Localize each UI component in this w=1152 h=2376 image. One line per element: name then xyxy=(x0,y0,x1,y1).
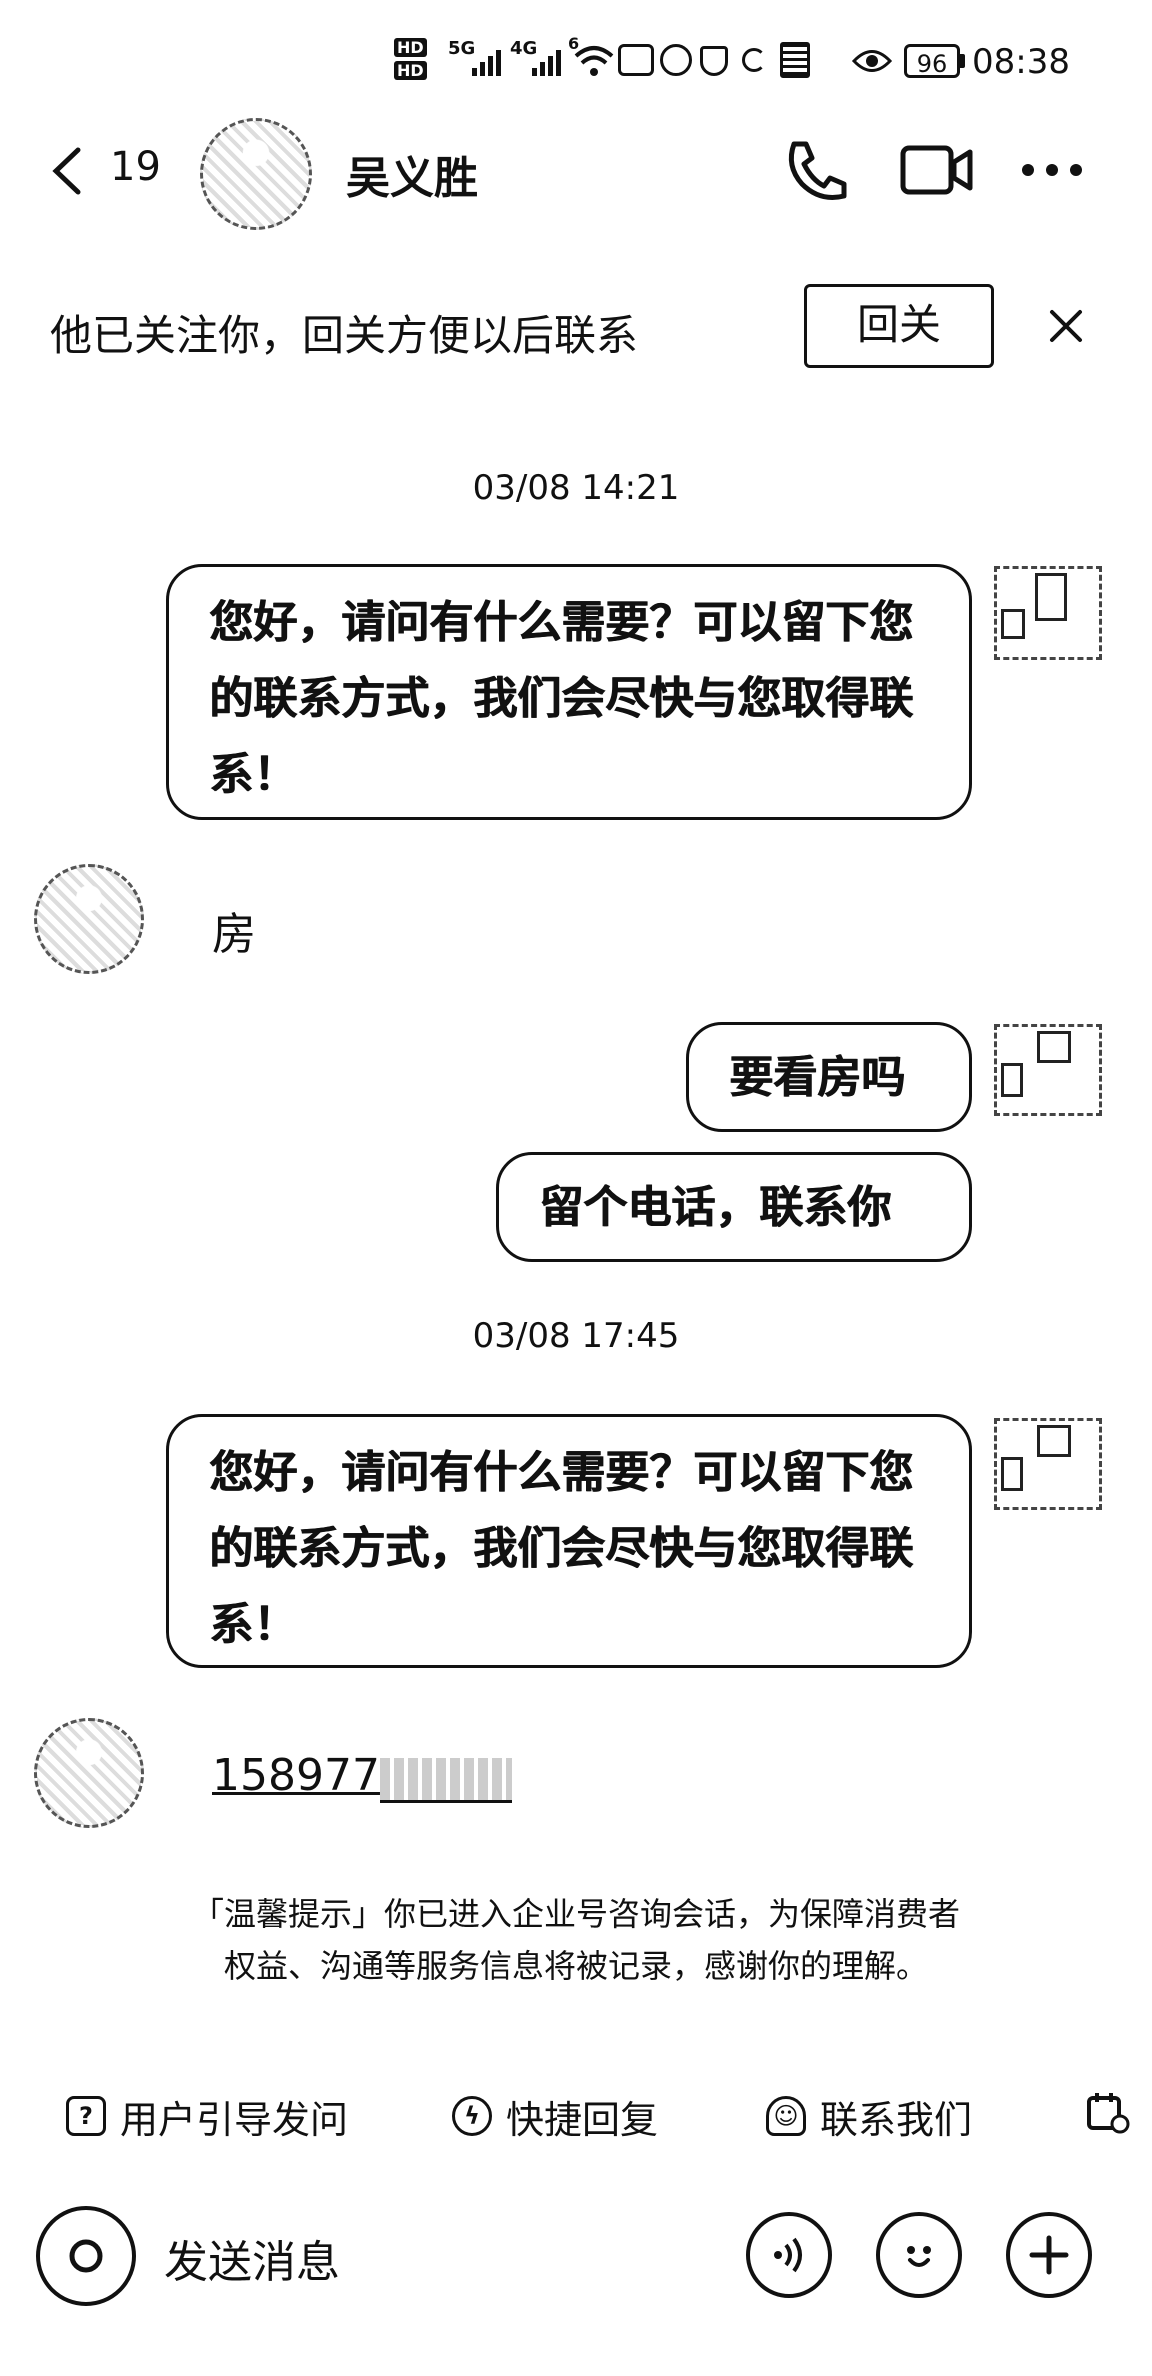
phone-icon xyxy=(788,141,847,200)
camera-icon xyxy=(69,2239,103,2273)
voice-wave-icon xyxy=(774,2237,802,2273)
battery-indicator: 96 xyxy=(904,44,960,78)
shield-icon xyxy=(700,46,728,76)
quick-action-label: 联系我们 xyxy=(820,2097,973,2142)
signal-icon-1 xyxy=(472,48,502,82)
contact-avatar[interactable] xyxy=(34,1718,144,1828)
outgoing-message-bubble[interactable]: 留个电话，联系你 xyxy=(496,1152,972,1262)
more-dots-icon xyxy=(1022,164,1082,176)
unread-count: 19 xyxy=(110,144,161,190)
redaction-mask xyxy=(380,1758,512,1803)
hd2-badge: HD xyxy=(394,61,427,80)
camera-button[interactable] xyxy=(36,2206,136,2306)
quick-action-label: 快捷回复 xyxy=(506,2097,659,2142)
message-timestamp: 03/08 17:45 xyxy=(472,1316,680,1356)
close-banner-button[interactable] xyxy=(1048,308,1084,348)
avatar-block xyxy=(1037,1031,1071,1063)
contact-avatar[interactable] xyxy=(200,118,312,230)
video-camera-icon xyxy=(900,145,973,195)
smiley-icon xyxy=(907,2246,931,2267)
eye-icon xyxy=(851,48,893,78)
wifi-icon xyxy=(574,44,614,82)
notice-line-1: 「温馨提示」你已进入企业号咨询会话，为保障消费者 xyxy=(191,1895,960,1933)
more-options-button[interactable] xyxy=(1020,160,1084,184)
avatar-block xyxy=(1035,573,1067,621)
quick-action-contact-us[interactable]: ☺ 联系我们 xyxy=(766,2086,972,2146)
outgoing-message-bubble[interactable]: 您好，请问有什么需要？可以留下您的联系方式，我们会尽快与您取得联系！ xyxy=(166,564,972,820)
sync-icon xyxy=(742,48,766,72)
video-call-button[interactable] xyxy=(900,142,974,202)
phone-number-link[interactable]: 158977 xyxy=(212,1750,380,1801)
chevron-left-icon xyxy=(52,147,81,195)
app-notification-icon xyxy=(618,44,654,76)
lightning-icon: ϟ xyxy=(452,2096,492,2136)
signal-icon-2 xyxy=(532,48,562,82)
back-button[interactable]: 19 xyxy=(50,140,190,200)
calendar-icon xyxy=(1087,2093,1130,2134)
status-bar: HD HD 5G 4G 6 96 08:38 xyxy=(0,0,1152,120)
quick-action-quick-reply[interactable]: ϟ 快捷回复 xyxy=(452,2086,658,2146)
voice-message-button[interactable] xyxy=(746,2212,832,2298)
avatar-block xyxy=(1001,609,1025,639)
contact-name[interactable]: 吴义胜 xyxy=(346,142,478,206)
hd-badges: HD HD xyxy=(394,38,427,80)
emoji-button[interactable] xyxy=(876,2212,962,2298)
clock: 08:38 xyxy=(972,42,1070,82)
news-app-icon xyxy=(780,42,810,78)
hd1-badge: HD xyxy=(394,38,427,57)
message-timestamp: 03/08 14:21 xyxy=(472,468,680,508)
self-avatar[interactable] xyxy=(994,566,1102,660)
message-input[interactable]: 发送消息 xyxy=(164,2226,340,2290)
hand-icon xyxy=(660,44,692,76)
more-functions-button[interactable] xyxy=(1006,2212,1092,2298)
plus-icon xyxy=(1029,2235,1069,2275)
battery-tip xyxy=(960,54,965,68)
close-icon xyxy=(1050,310,1082,342)
notice-line-2: 权益、沟通等服务信息将被记录，感谢你的理解。 xyxy=(223,1947,928,1985)
follow-banner-text: 他已关注你，回关方便以后联系 xyxy=(50,311,639,360)
quick-action-label: 用户引导发问 xyxy=(120,2097,349,2142)
quick-action-user-guide[interactable]: ? 用户引导发问 xyxy=(66,2086,348,2146)
quick-action-calendar[interactable] xyxy=(1086,2090,1130,2138)
outgoing-message-bubble[interactable]: 要看房吗 xyxy=(686,1022,972,1132)
avatar-block xyxy=(1037,1425,1071,1457)
question-icon: ? xyxy=(66,2096,106,2136)
contact-avatar[interactable] xyxy=(34,864,144,974)
self-avatar[interactable] xyxy=(994,1418,1102,1510)
avatar-block xyxy=(1001,1063,1023,1097)
outgoing-message-bubble[interactable]: 您好，请问有什么需要？可以留下您的联系方式，我们会尽快与您取得联系！ xyxy=(166,1414,972,1668)
voice-call-button[interactable] xyxy=(780,136,850,210)
contact-person-icon: ☺ xyxy=(766,2096,806,2136)
incoming-message[interactable]: 房 xyxy=(212,898,256,962)
self-avatar[interactable] xyxy=(994,1024,1102,1116)
avatar-block xyxy=(1001,1457,1023,1491)
follow-back-button[interactable]: 回关 xyxy=(804,284,994,368)
